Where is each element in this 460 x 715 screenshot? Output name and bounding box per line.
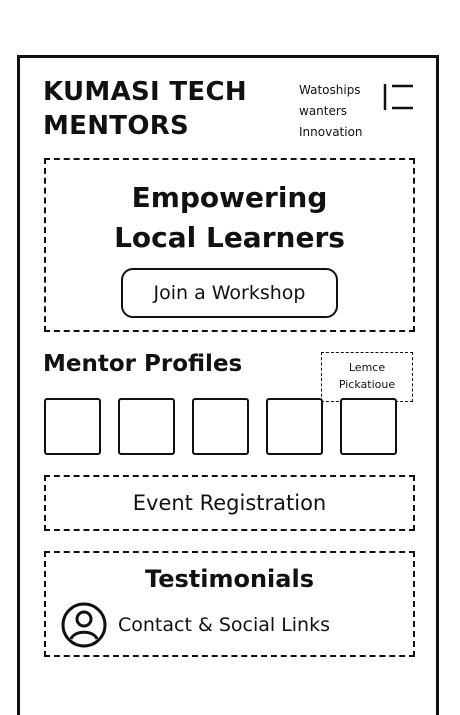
hamburger-menu-icon[interactable] (381, 82, 415, 112)
hero-title: Empowering Local Learners (46, 178, 413, 258)
logo-line-1: KUMASI TECH (43, 77, 247, 107)
logo-line-2: MENTORS (43, 111, 190, 141)
contact-social-links[interactable]: Contact & Social Links (60, 601, 330, 649)
note-line-1: Lemce (348, 361, 386, 374)
contact-social-links-label: Contact & Social Links (118, 614, 330, 636)
top-nav: Watoships wanters Innovation (299, 80, 363, 143)
event-registration-section[interactable]: Event Registration (44, 475, 415, 531)
join-workshop-button[interactable]: Join a Workshop (121, 268, 338, 318)
mentor-profile-card-5[interactable] (340, 398, 397, 455)
nav-item-watoships[interactable]: Watoships (299, 80, 363, 101)
testimonials-section: Testimonials Contact & Social Links (44, 551, 415, 657)
nav-item-wanters[interactable]: wanters (299, 101, 363, 122)
mentor-profiles-heading: Mentor Profiles (43, 351, 243, 377)
mentor-profile-card-4[interactable] (266, 398, 323, 455)
hero-title-line-1: Empowering (131, 181, 328, 214)
user-circle-icon (61, 602, 107, 648)
mentor-profile-card-2[interactable] (118, 398, 175, 455)
hero-section: Empowering Local Learners Join a Worksho… (44, 158, 415, 332)
note-line-2: Pickatioue (338, 378, 396, 391)
mentor-profile-card-3[interactable] (192, 398, 249, 455)
testimonials-heading: Testimonials (145, 565, 314, 593)
site-logo[interactable]: KUMASI TECH MENTORS (43, 75, 247, 143)
event-registration-label: Event Registration (132, 491, 327, 515)
mentor-note: Lemce Pickatioue (321, 352, 413, 402)
hero-title-line-2: Local Learners (114, 221, 345, 254)
mentor-profile-card-1[interactable] (44, 398, 101, 455)
nav-item-innovation[interactable]: Innovation (299, 122, 363, 143)
